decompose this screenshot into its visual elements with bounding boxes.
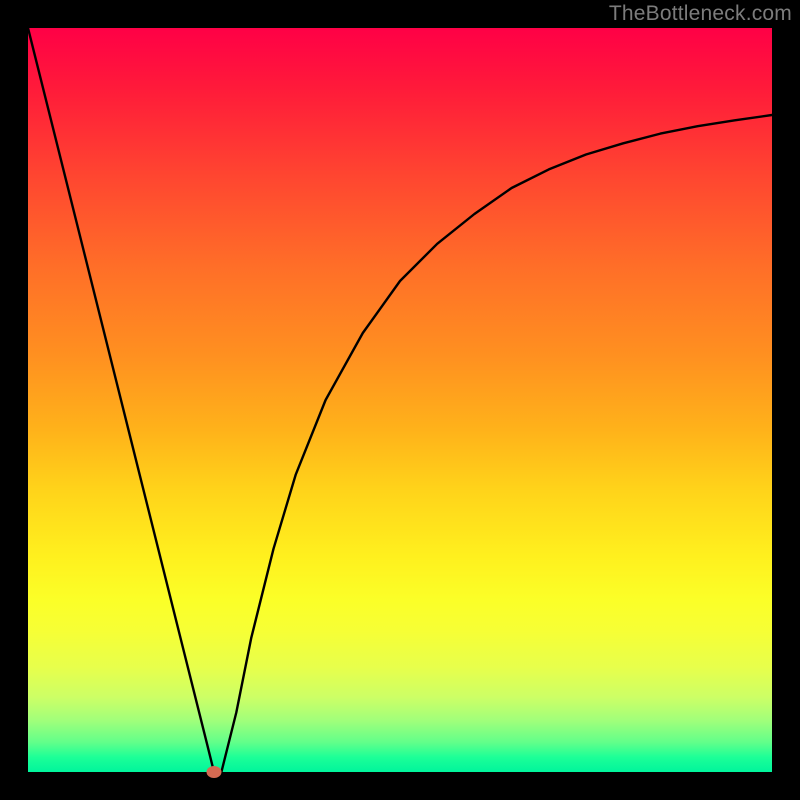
plot-area <box>28 28 772 772</box>
watermark-label: TheBottleneck.com <box>609 2 792 26</box>
bottleneck-curve <box>28 28 772 772</box>
curve-svg <box>28 28 772 772</box>
chart-container: TheBottleneck.com <box>0 0 800 800</box>
optimal-point-marker <box>207 766 222 778</box>
